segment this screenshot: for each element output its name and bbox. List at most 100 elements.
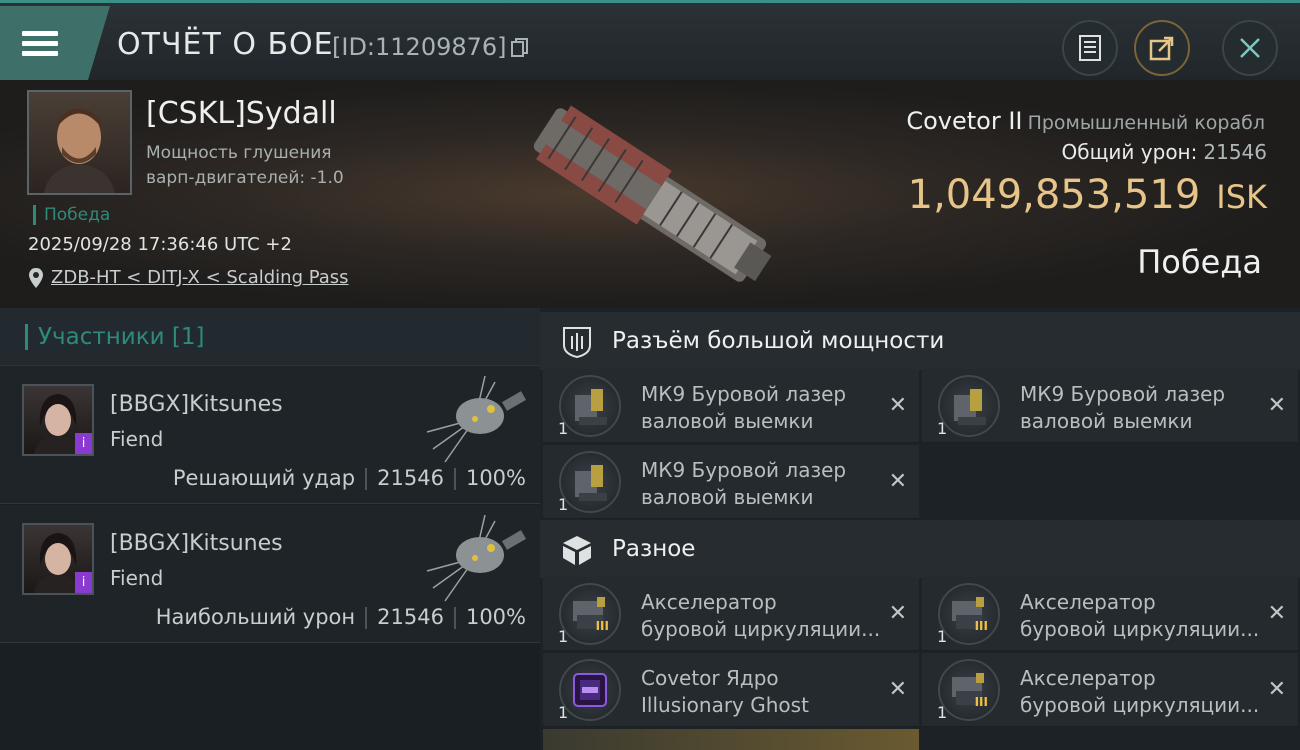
participant-stats: Решающий удар 21546 100% bbox=[173, 466, 526, 490]
isk-unit: ISK bbox=[1216, 178, 1267, 216]
victim-avatar[interactable] bbox=[27, 90, 132, 195]
high-slot-icon bbox=[563, 327, 591, 359]
module-name-line1: Акселератор bbox=[1020, 666, 1156, 690]
report-list-button[interactable] bbox=[1062, 20, 1118, 76]
participant-ship-image bbox=[426, 514, 527, 602]
victim-ship-name[interactable]: Covetor II bbox=[906, 107, 1022, 135]
location-pin-icon bbox=[29, 268, 43, 288]
victim-ship-line: Covetor II Промышленный корабл bbox=[906, 107, 1265, 135]
menu-button[interactable] bbox=[0, 6, 110, 80]
mining-laser-icon bbox=[559, 451, 621, 513]
victim-ship-image bbox=[533, 105, 772, 282]
share-icon bbox=[1149, 36, 1174, 61]
module-item[interactable]: III 1 Акселератор буровой циркуляции... … bbox=[922, 577, 1298, 651]
total-damage-value: 21546 bbox=[1203, 140, 1267, 164]
accelerator-icon: III bbox=[938, 583, 1000, 645]
kill-datetime: 2025/09/28 17:36:46 UTC +2 bbox=[28, 234, 292, 255]
participant-ship: Fiend bbox=[110, 427, 164, 451]
module-name-line1: Акселератор bbox=[641, 590, 777, 614]
battle-result: Победа bbox=[1137, 243, 1262, 281]
participant-avatar[interactable]: i bbox=[22, 523, 94, 595]
module-name-line1: МК9 Буровой лазер bbox=[1020, 382, 1226, 406]
warp-scramble-value: варп-двигателей: -1.0 bbox=[146, 168, 344, 188]
page-title: ОТЧЁТ О БОЕ bbox=[117, 27, 334, 62]
victim-status: Победа bbox=[33, 205, 110, 225]
participant-ship-image bbox=[426, 375, 527, 463]
warp-scramble-label: Мощность глушения bbox=[146, 143, 332, 163]
destroyed-icon: ✕ bbox=[888, 601, 907, 626]
tier-badge: III bbox=[974, 695, 988, 709]
total-damage-label: Общий урон: bbox=[1061, 140, 1198, 164]
module-item[interactable]: 1 МК9 Буровой лазер валовой выемки ✕ bbox=[543, 445, 919, 519]
module-name-line2: валовой выемки bbox=[641, 409, 814, 433]
participant-percent: 100% bbox=[465, 605, 526, 629]
section-title: Разное bbox=[612, 536, 696, 562]
module-quantity: 1 bbox=[558, 627, 569, 646]
victim-panel: [CSKL]Sydall Мощность глушения варп-двиг… bbox=[0, 80, 1300, 308]
isk-value: 1,049,853,519 bbox=[907, 172, 1201, 218]
module-name-line1: Covetor Ядро bbox=[641, 666, 779, 690]
module-name-line1: МК9 Буровой лазер bbox=[641, 382, 847, 406]
module-name-line2: буровой циркуляции... bbox=[641, 617, 881, 641]
victim-ship-class: Промышленный корабл bbox=[1027, 112, 1265, 134]
module-quantity: 1 bbox=[558, 703, 569, 722]
participant-damage: 21546 bbox=[377, 466, 444, 490]
destroyed-icon: ✕ bbox=[1267, 601, 1286, 626]
participant-row[interactable]: i [BBGX]Kitsunes Fiend Наибольший урон 21… bbox=[0, 505, 540, 643]
participant-name[interactable]: [BBGX]Kitsunes bbox=[110, 531, 283, 556]
document-icon bbox=[1079, 35, 1101, 61]
participants-header: Участники [1] bbox=[0, 308, 540, 366]
participant-percent: 100% bbox=[465, 466, 526, 490]
cube-icon bbox=[563, 536, 591, 565]
module-item[interactable]: 1 МК9 Буровой лазер валовой выемки ✕ bbox=[543, 369, 919, 443]
accelerator-icon: III bbox=[938, 659, 1000, 721]
tier-badge: III bbox=[974, 619, 988, 633]
module-name-line1: МК9 Буровой лазер bbox=[641, 458, 847, 482]
close-icon bbox=[1240, 38, 1260, 58]
share-button[interactable] bbox=[1134, 20, 1190, 76]
mining-laser-icon bbox=[559, 375, 621, 437]
total-damage: Общий урон: 21546 bbox=[1062, 140, 1267, 164]
hamburger-icon bbox=[22, 26, 58, 61]
accelerator-icon: III bbox=[559, 583, 621, 645]
module-name-line2: валовой выемки bbox=[641, 485, 814, 509]
copy-icon[interactable] bbox=[510, 37, 529, 57]
participant-role: Решающий удар bbox=[172, 466, 356, 490]
participant-row[interactable]: i [BBGX]Kitsunes Fiend Решающий удар 2154… bbox=[0, 366, 540, 504]
destroyed-icon: ✕ bbox=[1267, 393, 1286, 418]
module-name-line2: буровой циркуляции... bbox=[1020, 693, 1260, 717]
participants-panel: Участники [1] i [BBGX]Kitsunes Fiend Реш… bbox=[0, 308, 540, 750]
victim-name[interactable]: [CSKL]Sydall bbox=[146, 96, 337, 131]
participant-damage: 21546 bbox=[377, 605, 444, 629]
module-quantity: 1 bbox=[558, 495, 569, 514]
core-icon bbox=[559, 659, 621, 721]
module-name-line2: валовой выемки bbox=[1020, 409, 1193, 433]
module-item-partial[interactable] bbox=[543, 729, 919, 750]
module-item[interactable]: 1 Covetor Ядро Illusionary Ghost ✕ bbox=[543, 653, 919, 727]
kill-location-link[interactable]: ZDB-HT < DITJ-X < Scalding Pass bbox=[51, 267, 349, 288]
module-item[interactable]: III 1 Акселератор буровой циркуляции... … bbox=[922, 653, 1298, 727]
top-bar: ОТЧЁТ О БОЕ [ID:11209876] bbox=[0, 0, 1300, 80]
module-name-line2: Illusionary Ghost bbox=[641, 693, 809, 717]
module-item[interactable]: III 1 Акселератор буровой циркуляции... … bbox=[543, 577, 919, 651]
module-item[interactable]: 1 МК9 Буровой лазер валовой выемки ✕ bbox=[922, 369, 1298, 443]
info-badge-icon: i bbox=[75, 572, 92, 593]
participant-name[interactable]: [BBGX]Kitsunes bbox=[110, 392, 283, 417]
module-name-line1: Акселератор bbox=[1020, 590, 1156, 614]
section-header: Разное bbox=[540, 520, 1300, 578]
participant-ship: Fiend bbox=[110, 566, 164, 590]
module-name-line2: буровой циркуляции... bbox=[1020, 617, 1260, 641]
participants-title: Участники [1] bbox=[25, 324, 204, 350]
close-button[interactable] bbox=[1222, 20, 1278, 76]
section-title: Разъём большой мощности bbox=[612, 328, 945, 354]
module-quantity: 1 bbox=[937, 627, 948, 646]
participant-stats: Наибольший урон 21546 100% bbox=[156, 605, 526, 629]
section-header: Разъём большой мощности bbox=[540, 312, 1300, 370]
participant-avatar[interactable]: i bbox=[22, 384, 94, 456]
destroyed-icon: ✕ bbox=[888, 469, 907, 494]
destroyed-icon: ✕ bbox=[1267, 677, 1286, 702]
module-quantity: 1 bbox=[937, 703, 948, 722]
mining-laser-icon bbox=[938, 375, 1000, 437]
module-quantity: 1 bbox=[937, 419, 948, 438]
destroyed-icon: ✕ bbox=[888, 393, 907, 418]
